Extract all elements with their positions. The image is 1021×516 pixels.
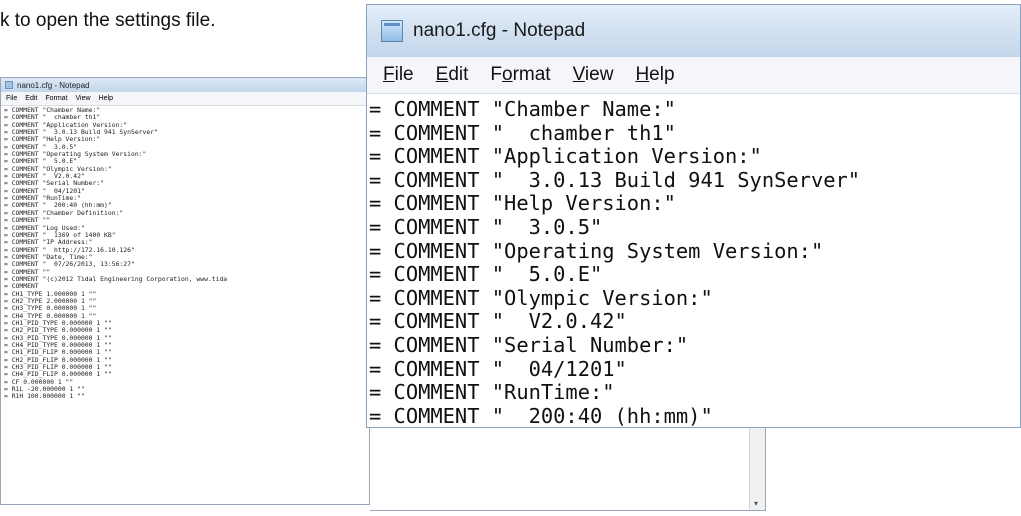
small-notepad-window: nano1.cfg - Notepad File Edit Format Vie… xyxy=(0,77,370,505)
menu-format[interactable]: Format xyxy=(490,64,550,86)
menu-file-rest: ile xyxy=(394,64,414,85)
small-menu-file[interactable]: File xyxy=(6,95,17,102)
scroll-down-arrow-icon[interactable]: ▾ xyxy=(754,499,758,508)
small-menu-edit[interactable]: Edit xyxy=(25,95,37,102)
small-menu-view[interactable]: View xyxy=(76,95,91,102)
menu-file-key: F xyxy=(383,64,395,85)
menu-view-key: V xyxy=(572,64,585,85)
lower-window-fragment: ▾ xyxy=(370,427,766,511)
small-window-title: nano1.cfg - Notepad xyxy=(17,80,90,90)
instruction-caption: k to open the settings file. xyxy=(0,10,216,31)
small-menu-bar: File Edit Format View Help xyxy=(1,92,369,106)
text-editor-area[interactable]: = COMMENT "Chamber Name:" = COMMENT " ch… xyxy=(367,94,1020,427)
menu-bar: File Edit Format View Help xyxy=(367,57,1020,94)
menu-format-rest: rmat xyxy=(512,64,551,85)
title-bar: nano1.cfg - Notepad xyxy=(367,5,1020,57)
window-title: nano1.cfg - Notepad xyxy=(413,20,586,41)
vertical-scrollbar[interactable]: ▾ xyxy=(749,428,765,510)
notepad-icon xyxy=(381,20,403,42)
menu-edit-rest: dit xyxy=(448,64,469,85)
notepad-window: nano1.cfg - Notepad File Edit Format Vie… xyxy=(366,4,1021,428)
menu-view[interactable]: View xyxy=(573,64,614,86)
menu-edit[interactable]: Edit xyxy=(436,64,469,86)
small-text-area[interactable]: = COMMENT "Chamber Name:" = COMMENT " ch… xyxy=(1,106,369,401)
menu-help-rest: elp xyxy=(649,64,675,85)
menu-help-key: H xyxy=(635,64,650,85)
menu-format-key: o xyxy=(502,64,513,85)
menu-file[interactable]: File xyxy=(383,64,414,86)
menu-edit-key: E xyxy=(435,64,449,85)
menu-help[interactable]: Help xyxy=(635,64,674,86)
small-title-bar: nano1.cfg - Notepad xyxy=(1,78,369,92)
menu-format-pre: F xyxy=(490,64,502,85)
menu-view-rest: iew xyxy=(584,64,614,85)
notepad-icon xyxy=(5,81,13,89)
small-menu-help[interactable]: Help xyxy=(99,95,113,102)
small-menu-format[interactable]: Format xyxy=(45,95,67,102)
